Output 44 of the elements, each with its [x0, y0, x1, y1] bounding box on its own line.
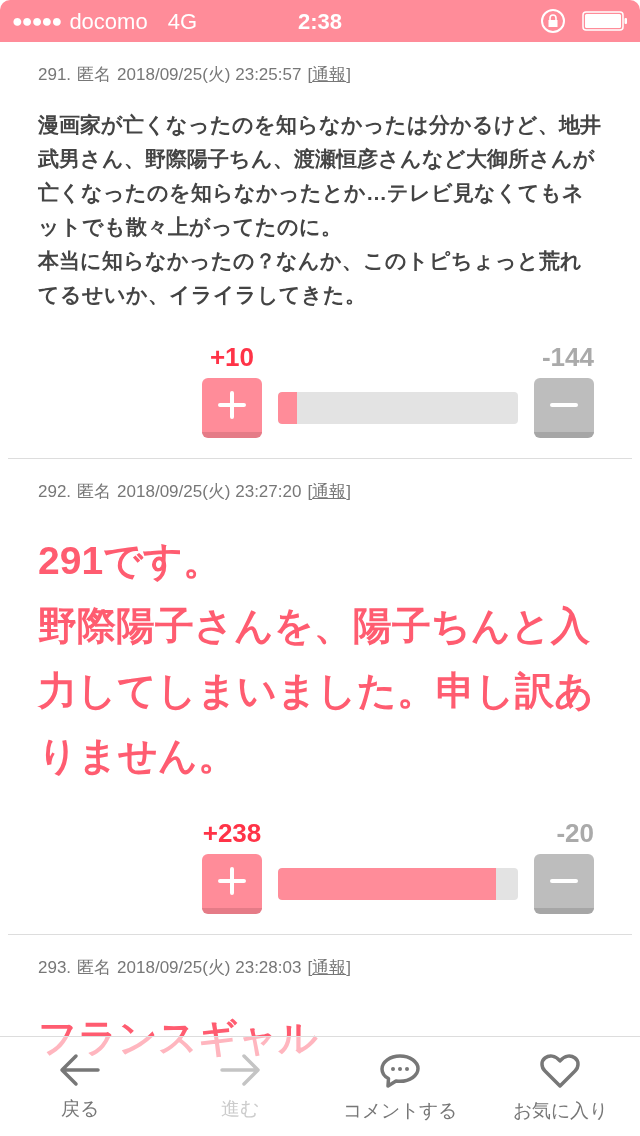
- speech-bubble-icon: [379, 1053, 421, 1089]
- nav-button[interactable]: お気に入り: [480, 1037, 640, 1136]
- plus-button[interactable]: [202, 854, 262, 914]
- open-bracket: [: [307, 64, 313, 86]
- close-bracket: ]: [346, 480, 351, 503]
- minus-icon: [549, 401, 579, 408]
- report-link[interactable]: 通報: [312, 955, 347, 981]
- comment-date: 2018/09/25(火) 23:27:20: [117, 480, 302, 503]
- plus-icon: [217, 866, 247, 896]
- network-type: 4G: [167, 7, 197, 36]
- comment-date: 2018/09/25(火) 23:25:57: [117, 64, 302, 86]
- plus-count: +10: [209, 341, 255, 372]
- comment-text: 本当に知らなかったの？なんか、このトピちょっと荒れてるせいか、イライラしてきた。: [38, 247, 583, 308]
- plus-count: +238: [202, 818, 262, 848]
- nav-button[interactable]: コメントする: [320, 1037, 480, 1136]
- minus-icon: [549, 878, 579, 884]
- comment-number: 292.: [38, 480, 72, 503]
- minus-button[interactable]: [534, 377, 594, 438]
- report-link[interactable]: 通報: [312, 62, 347, 88]
- signal-dots: ●●●●●: [12, 9, 62, 33]
- open-bracket: [: [307, 957, 313, 979]
- author-name: 匿名: [77, 957, 112, 979]
- comment-number: 291.: [38, 64, 72, 86]
- plus-button[interactable]: [202, 377, 262, 438]
- close-bracket: ]: [346, 957, 351, 979]
- minus-count: -144: [541, 341, 594, 372]
- minus-count: -20: [556, 818, 594, 848]
- comment-text: 漫画家が亡くなったのを知らなかったは分かるけど、地井武男さん、野際陽子ちん、渡瀬恒彦さんなど大御所さんが亡くなったのを知らなかったとか…テレビ見なくてもネットでも散々上がってたのに。: [38, 111, 602, 240]
- rotation-lock-icon: [540, 8, 566, 34]
- comment-date: 2018/09/25(火) 23:28:03: [117, 957, 302, 979]
- status-time: 2:38: [297, 8, 342, 34]
- author-name: 匿名: [77, 64, 112, 86]
- comment-text: 野際陽子さんを、陽子ちんと入力してしまいました。申し訳ありません。: [38, 603, 595, 779]
- open-bracket: [: [307, 480, 313, 503]
- report-link[interactable]: 通報: [312, 478, 347, 504]
- carrier-name: docomo: [69, 7, 148, 36]
- close-bracket: ]: [346, 64, 351, 86]
- comment-text: 291です。: [38, 538, 224, 584]
- comment-number: 293.: [38, 957, 72, 979]
- author-name: 匿名: [77, 480, 112, 503]
- battery-icon: [582, 11, 628, 31]
- minus-button[interactable]: [534, 854, 594, 914]
- heart-icon: [540, 1053, 580, 1089]
- plus-icon: [217, 389, 247, 420]
